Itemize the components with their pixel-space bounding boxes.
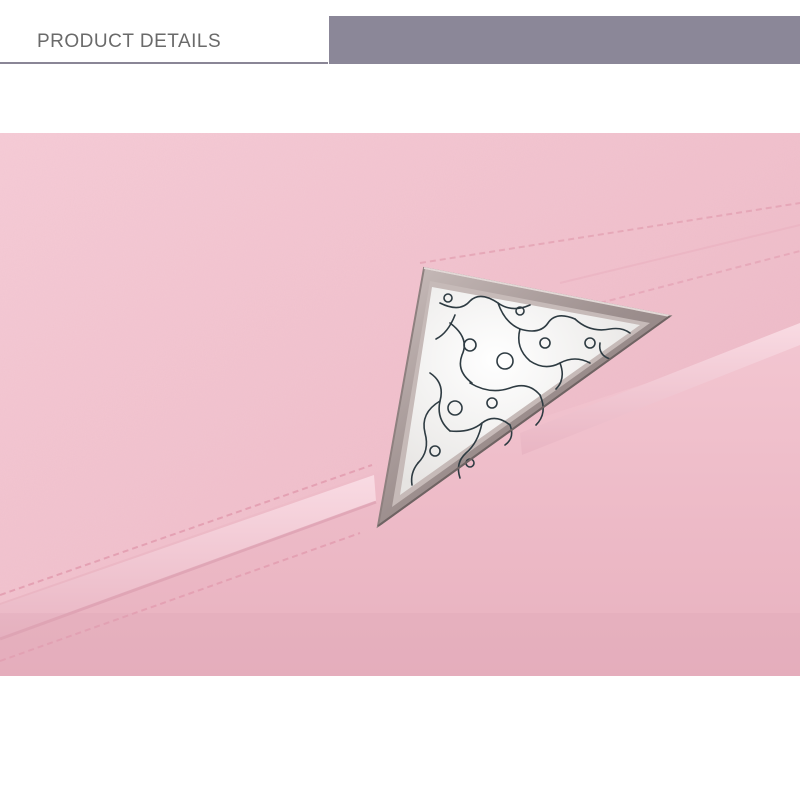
- product-details-header: PRODUCT DETAILS: [0, 16, 800, 64]
- header-label-box: PRODUCT DETAILS: [0, 16, 328, 64]
- product-photo: [0, 133, 800, 676]
- header-accent-bar: [329, 16, 800, 64]
- header-title: PRODUCT DETAILS: [37, 31, 222, 52]
